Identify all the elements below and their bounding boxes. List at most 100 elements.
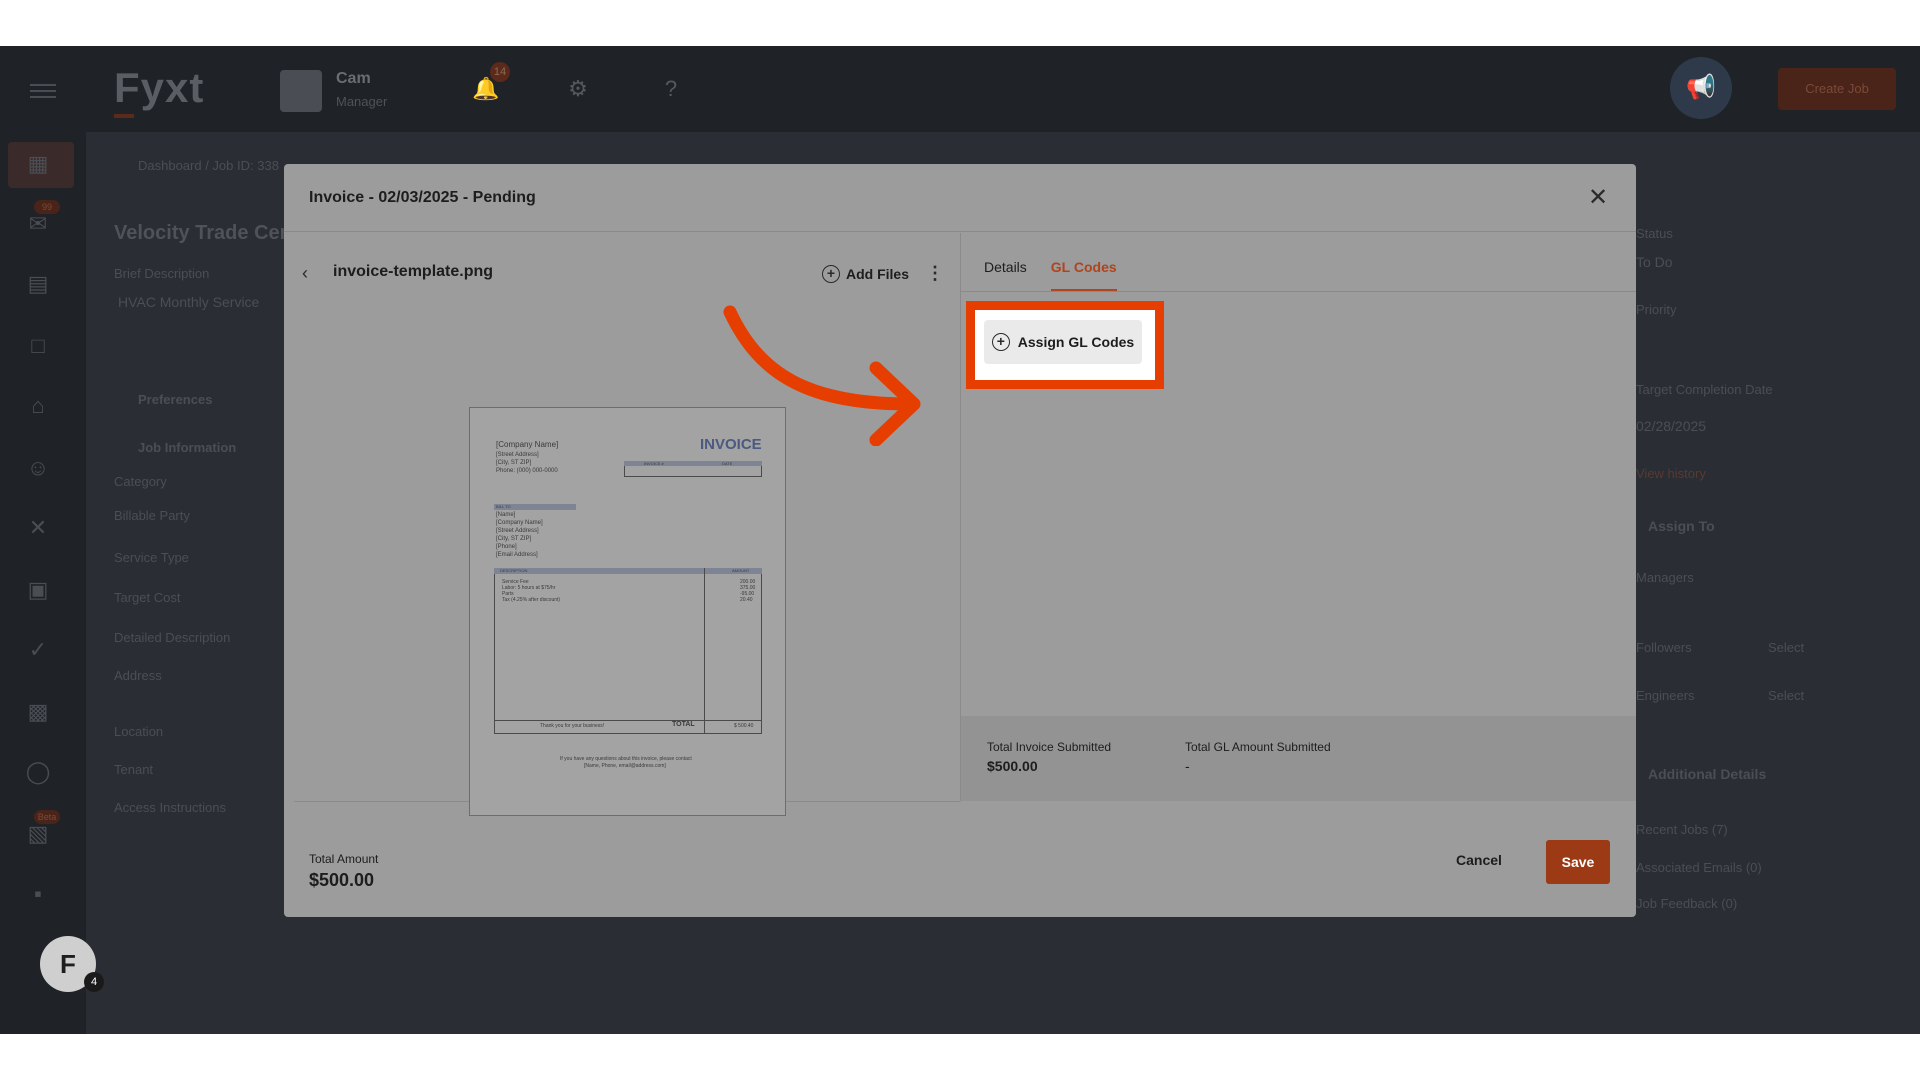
totals-panel: Total Invoice Submitted $500.00 Total GL… <box>961 716 1636 801</box>
add-files-button[interactable]: + Add Files <box>822 259 909 289</box>
target-date-label: Target Completion Date <box>1636 382 1773 397</box>
gallery-icon[interactable]: ▪ <box>22 878 54 910</box>
tab-underline <box>961 291 1636 292</box>
table-column-line <box>704 568 705 734</box>
more-options-icon[interactable]: ⋮ <box>926 263 944 284</box>
tab-details[interactable]: Details <box>984 259 1027 291</box>
notification-count: 14 <box>490 62 510 82</box>
help-icon[interactable]: ? <box>658 76 684 102</box>
reports-beta-badge: Beta <box>34 810 60 824</box>
modal-title: Invoice - 02/03/2025 - Pending <box>309 189 536 206</box>
invoice-company-line: [Street Address] <box>496 452 539 458</box>
sidebar: ▦ ✉ 99 ▤ □ ⌂ ☺ ✕ ▣ ✓ ▩ ◯ ▧ Beta ▪ <box>0 132 86 1034</box>
field-label: Billable Party <box>114 508 190 523</box>
plus-circle-icon: + <box>991 333 1010 351</box>
invoice-company-line: Phone: (000) 000-0000 <box>496 468 558 474</box>
checklist-icon[interactable]: ✓ <box>22 634 54 666</box>
status-value[interactable]: To Do <box>1636 254 1673 270</box>
assign-to-header: Assign To <box>1648 518 1715 534</box>
thank-you-note: Thank you for your business! <box>540 723 605 729</box>
bill-to-line: [Street Address] <box>496 528 539 534</box>
app-frame: Fyxt Cam Manager 🔔 14 ⚙ ? 📢 Create Job ▦… <box>0 46 1920 1034</box>
save-button[interactable]: Save <box>1546 840 1610 884</box>
app-logo: Fyxt <box>114 64 205 111</box>
total-invoice-submitted-value: $500.00 <box>987 758 1038 774</box>
user-role: Manager <box>336 94 388 109</box>
line-items-table <box>494 568 762 734</box>
line-item: Tax (4.25% after discount) <box>502 597 561 603</box>
contacts-icon[interactable]: ☺ <box>22 452 54 484</box>
megaphone-icon[interactable]: 📢 <box>1670 57 1732 119</box>
analytics-icon[interactable]: ▤ <box>22 268 54 300</box>
line-items-header-bar <box>494 568 762 574</box>
engineers-select[interactable]: Select <box>1768 688 1804 703</box>
add-files-label: Add Files <box>846 266 910 282</box>
user-avatar-badge: 4 <box>84 972 104 992</box>
tab-gl-codes[interactable]: GL Codes <box>1050 259 1117 291</box>
bill-to-label: BILL TO <box>496 504 511 509</box>
total-value: $ 500.40 <box>734 723 754 729</box>
tab-bar: Details GL Codes <box>984 259 1117 291</box>
file-name: invoice-template.png <box>333 263 494 280</box>
managers-label[interactable]: Managers <box>1636 570 1694 585</box>
total-label: TOTAL <box>672 721 695 728</box>
field-label: Access Instructions <box>114 800 226 815</box>
field-label: Address <box>114 668 162 683</box>
preferences-header[interactable]: Preferences <box>138 392 212 407</box>
logo-underline <box>114 114 134 118</box>
followers-label[interactable]: Followers <box>1636 640 1692 655</box>
assign-gl-codes-button[interactable]: + Assign GL Codes <box>984 320 1142 364</box>
engineers-label[interactable]: Engineers <box>1636 688 1695 703</box>
user-name[interactable]: Cam <box>336 70 371 88</box>
bill-to-line: [Phone] <box>496 544 517 550</box>
total-row-line <box>494 720 762 734</box>
followers-select[interactable]: Select <box>1768 640 1804 655</box>
chevron-left-icon[interactable]: ‹ <box>302 263 308 284</box>
invoice-preview-image: [Company Name] [Street Address] [City, S… <box>469 407 786 816</box>
annotation-arrow <box>723 305 921 446</box>
shield-icon[interactable]: ◯ <box>22 756 54 788</box>
assign-gl-codes-label: Assign GL Codes <box>1017 334 1135 350</box>
target-date-value[interactable]: 02/28/2025 <box>1636 418 1706 434</box>
contact-line: [Name, Phone, email@address.com] <box>584 763 666 769</box>
field-label: Detailed Description <box>114 630 231 645</box>
recent-jobs-link[interactable]: Recent Jobs (7) <box>1636 822 1728 837</box>
field-label: Service Type <box>114 550 189 565</box>
documents-icon[interactable]: □ <box>22 330 54 362</box>
dashboard-icon[interactable]: ▦ <box>22 148 54 180</box>
plus-circle-icon: + <box>822 265 840 283</box>
bill-to-line: [Email Address] <box>496 552 538 558</box>
user-settings-icon[interactable]: ⚙ <box>565 76 591 102</box>
field-label: Location <box>114 724 164 739</box>
calendar-icon[interactable]: ▣ <box>22 574 54 606</box>
invoice-number-label: INVOICE # <box>644 461 664 466</box>
job-information-header[interactable]: Job Information <box>138 440 236 455</box>
additional-details-header: Additional Details <box>1648 766 1767 782</box>
company-avatar[interactable] <box>280 70 322 112</box>
invoice-company: [Company Name] <box>496 440 559 449</box>
job-feedback-link[interactable]: Job Feedback (0) <box>1636 896 1737 911</box>
close-icon[interactable]: ✕ <box>1584 184 1612 212</box>
invoice-date-label: DATE <box>722 461 733 466</box>
contact-line: If you have any questions about this inv… <box>560 756 692 762</box>
job-details-panel: Status To Do Priority Target Completion … <box>1616 132 1920 1034</box>
total-amount-value: $500.00 <box>309 870 375 890</box>
field-label: Category <box>114 474 167 489</box>
tools-icon[interactable]: ✕ <box>22 512 54 544</box>
priority-label: Priority <box>1636 302 1677 317</box>
create-job-button[interactable]: Create Job <box>1778 68 1896 110</box>
properties-icon[interactable]: ⌂ <box>22 390 54 422</box>
total-gl-amount-label: Total GL Amount Submitted <box>1185 740 1331 754</box>
amount-header: AMOUNT <box>732 568 750 573</box>
associated-emails-link[interactable]: Associated Emails (0) <box>1636 860 1762 875</box>
brief-description-value: HVAC Monthly Service <box>118 294 260 310</box>
invoice-modal: Invoice - 02/03/2025 - Pending ✕ ‹ invoi… <box>284 164 1636 917</box>
cancel-button[interactable]: Cancel <box>1456 852 1502 868</box>
invoice-company-line: [City, ST ZIP] <box>496 460 532 466</box>
page-title: Velocity Trade Cen <box>114 222 292 244</box>
menu-icon[interactable] <box>30 84 56 98</box>
clipboard-icon[interactable]: ▩ <box>22 696 54 728</box>
view-history-link[interactable]: View history <box>1636 466 1706 481</box>
breadcrumb[interactable]: Dashboard / Job ID: 338 <box>138 158 279 173</box>
brief-description-label: Brief Description <box>114 266 210 281</box>
